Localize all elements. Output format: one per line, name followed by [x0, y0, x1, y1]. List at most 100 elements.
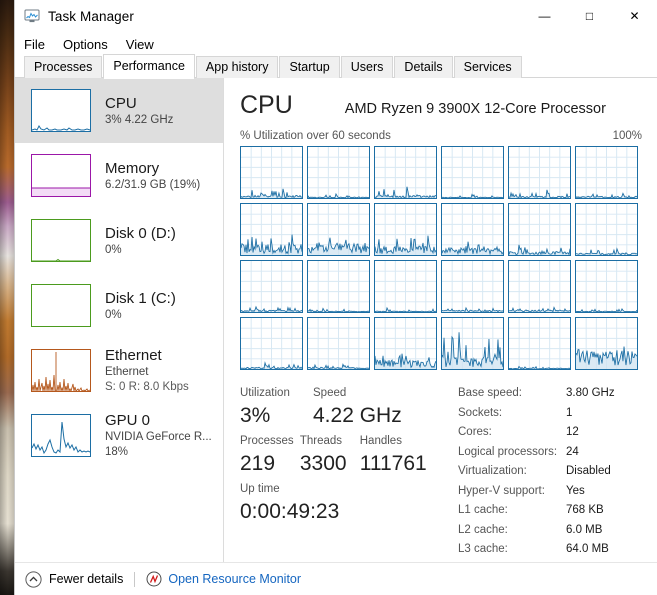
cpu-detail-value: 6.0 MB — [566, 523, 603, 536]
sidebar-item-cpu[interactable]: CPU 3% 4.22 GHz — [15, 78, 223, 143]
logical-processor-graph — [508, 203, 571, 256]
cpu-detail-value: 12 — [566, 426, 579, 438]
processes-label: Processes — [240, 435, 294, 447]
maximize-button[interactable]: □ — [567, 0, 612, 32]
uptime-stat: Up time 0:00:49:23 — [240, 480, 339, 526]
cpu-detail-label: Virtualization: — [458, 465, 527, 477]
tab-details[interactable]: Details — [394, 56, 453, 78]
cpu-detail-value: 3.80 GHz — [566, 387, 615, 399]
cpu-detail-row: Sockets: 1 — [458, 404, 657, 424]
cpu-detail-label: Base speed: — [458, 387, 522, 399]
threads-value: 3300 — [299, 452, 347, 475]
logical-processor-graph — [441, 203, 504, 256]
cpu-detail-value: Disabled — [566, 465, 611, 477]
sidebar-disk1-text: Disk 1 (C:) 0% — [105, 289, 176, 323]
handles-label: Handles — [359, 435, 402, 447]
sidebar-gpu0-title: GPU 0 — [105, 412, 151, 429]
menu-view[interactable]: View — [126, 35, 163, 54]
processes-value: 219 — [240, 452, 276, 475]
cpu-statistics: Utilization 3% Speed 4.22 GHz Processes — [240, 384, 657, 560]
cpu-detail-row: Hyper-V support: Yes — [458, 482, 657, 502]
tab-services[interactable]: Services — [453, 56, 522, 78]
sidebar-item-disk1[interactable]: Disk 1 (C:) 0% — [15, 273, 223, 338]
sidebar-disk1-sub: 0% — [105, 308, 122, 321]
sidebar-item-ethernet[interactable]: Ethernet Ethernet S: 0 R: 8.0 Kbps — [15, 338, 223, 403]
tab-performance[interactable]: Performance — [103, 54, 195, 79]
sidebar-ethernet-text: Ethernet Ethernet S: 0 R: 8.0 Kbps — [105, 346, 189, 395]
fewer-details-button[interactable]: Fewer details — [25, 570, 123, 588]
graph-caption-left: % Utilization over 60 seconds — [240, 130, 391, 142]
tab-strip: Processes Performance App history Startu… — [15, 54, 657, 79]
logical-processor-graph — [508, 317, 571, 370]
stats-row-1: Utilization 3% Speed 4.22 GHz — [240, 384, 450, 430]
open-resource-monitor-link[interactable]: Open Resource Monitor — [146, 571, 301, 587]
logical-processor-graph — [575, 203, 638, 256]
cpu-detail-label: L3 cache: — [458, 543, 508, 555]
logical-processor-graph — [240, 146, 303, 199]
sidebar-item-disk0[interactable]: Disk 0 (D:) 0% — [15, 208, 223, 273]
logical-processor-graph — [441, 317, 504, 370]
cpu-detail-row: L1 cache: 768 KB — [458, 501, 657, 521]
tab-startup[interactable]: Startup — [279, 56, 340, 78]
sidebar-item-memory[interactable]: Memory 6.2/31.9 GB (19%) — [15, 143, 223, 208]
sidebar-item-gpu0[interactable]: GPU 0 NVIDIA GeForce R... 18% — [15, 403, 223, 468]
logical-processor-graph — [374, 146, 437, 199]
processes-stat: Processes 219 — [240, 432, 300, 478]
logical-processor-graph — [441, 146, 504, 199]
resource-sidebar: CPU 3% 4.22 GHz Memory 6.2/31.9 GB (19%)… — [15, 78, 224, 583]
sidebar-disk0-title: Disk 0 (D:) — [105, 224, 176, 242]
memory-thumbnail-graph — [31, 154, 91, 197]
sidebar-disk0-sub: 0% — [105, 243, 122, 256]
cpu-detail-label: Sockets: — [458, 406, 503, 419]
cpu-header: CPU AMD Ryzen 9 3900X 12-Core Processor — [240, 90, 657, 124]
sidebar-gpu0-sub2: 18% — [105, 446, 129, 458]
logical-processor-graph — [575, 146, 638, 199]
close-button[interactable]: ✕ — [612, 0, 657, 32]
performance-content: CPU 3% 4.22 GHz Memory 6.2/31.9 GB (19%)… — [15, 78, 657, 583]
cpu-detail-row: Cores: 12 — [458, 423, 657, 443]
tab-app-history[interactable]: App history — [195, 56, 279, 78]
menu-file[interactable]: File — [24, 35, 54, 54]
resource-monitor-icon — [146, 571, 162, 587]
title-bar: Task Manager — □ ✕ — [15, 0, 657, 32]
sidebar-disk1-title: Disk 1 (C:) — [105, 289, 176, 307]
menu-bar: File Options View — [15, 32, 657, 56]
status-bar: Fewer details Open Resource Monitor — [15, 562, 657, 595]
menu-options[interactable]: Options — [63, 35, 117, 54]
logical-processor-graph — [240, 203, 303, 256]
handles-value: 111761 — [359, 452, 427, 475]
footer-separator — [134, 571, 136, 587]
logical-processor-graph — [508, 260, 571, 313]
tab-processes[interactable]: Processes — [24, 56, 103, 78]
chevron-up-circle-icon — [25, 570, 42, 588]
speed-label: Speed — [313, 387, 347, 399]
cpu-detail-value: 1 — [566, 406, 573, 419]
stats-row-2: Processes 219 Threads 3300 Handles 11176… — [240, 432, 450, 478]
task-manager-screen: Task Manager — □ ✕ File Options View Pro… — [0, 0, 657, 595]
task-manager-window: Task Manager — □ ✕ File Options View Pro… — [14, 0, 657, 595]
sidebar-ethernet-title: Ethernet — [105, 347, 162, 364]
cpu-primary-stats: Utilization 3% Speed 4.22 GHz Processes — [240, 384, 450, 560]
utilization-label: Utilization — [240, 387, 290, 399]
ethernet-thumbnail-graph — [31, 349, 91, 392]
logical-processor-graph — [307, 317, 370, 370]
logical-processor-graph — [240, 260, 303, 313]
tab-users[interactable]: Users — [340, 56, 394, 78]
minimize-button[interactable]: — — [522, 0, 567, 32]
sidebar-cpu-title: CPU — [105, 94, 137, 112]
graph-caption: % Utilization over 60 seconds 100% — [240, 130, 642, 142]
cpu-detail-row: Virtualization: Disabled — [458, 462, 657, 482]
cpu-detail-list: Base speed: 3.80 GHz Sockets: 1 Cores: 12 Logi… — [450, 384, 657, 560]
uptime-label: Up time — [240, 483, 280, 495]
disk0-thumbnail-graph — [31, 219, 91, 262]
logical-processor-graph — [441, 260, 504, 313]
speed-value: 4.22 GHz — [313, 404, 402, 427]
sidebar-gpu0-text: GPU 0 NVIDIA GeForce R... 18% — [105, 411, 212, 460]
speed-stat: Speed 4.22 GHz — [313, 384, 413, 430]
cpu-detail-value: 64.0 MB — [566, 543, 609, 555]
logical-processor-graph — [575, 317, 638, 370]
cpu-detail-label: L2 cache: — [458, 523, 508, 536]
sidebar-memory-title: Memory — [105, 159, 160, 177]
logical-processor-grid[interactable] — [240, 146, 642, 370]
threads-stat: Threads 3300 — [300, 432, 360, 478]
